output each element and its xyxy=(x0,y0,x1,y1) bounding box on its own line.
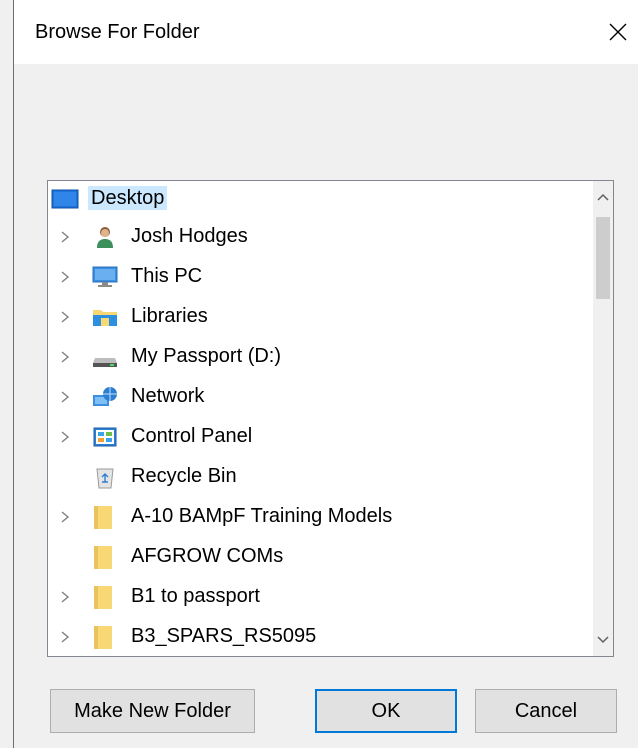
chevron-right-icon[interactable] xyxy=(59,429,71,445)
computer-icon xyxy=(91,265,118,289)
scroll-down-button[interactable] xyxy=(593,630,613,650)
close-button[interactable] xyxy=(598,12,638,52)
close-icon xyxy=(609,23,627,41)
folder-icon xyxy=(91,545,117,569)
user-icon xyxy=(93,225,119,249)
chevron-right-icon[interactable] xyxy=(59,309,71,325)
tree-item-label: Network xyxy=(131,385,205,407)
drive-icon xyxy=(91,345,117,369)
scroll-up-button[interactable] xyxy=(593,187,613,207)
tree-item-josh-hodges[interactable]: Josh Hodges xyxy=(48,217,593,257)
tree-item-label: Control Panel xyxy=(131,425,253,447)
tree-item-label: B3_SPARS_RS5095 xyxy=(131,625,317,647)
tree-item-desktop[interactable]: Desktop xyxy=(48,181,593,217)
recycle-bin-icon xyxy=(91,465,117,489)
tree-item-label: My Passport (D:) xyxy=(131,345,282,367)
chevron-right-icon[interactable] xyxy=(59,629,71,645)
tree-item-folder[interactable]: B3_SPARS_RS5095 xyxy=(48,617,593,656)
title-bar: Browse For Folder xyxy=(14,0,638,64)
folder-tree[interactable]: Desktop Josh Hodges This PC Libraries My… xyxy=(47,180,614,657)
tree-item-label: AFGROW COMs xyxy=(131,545,284,567)
tree-item-label: Recycle Bin xyxy=(131,465,237,487)
chevron-right-icon[interactable] xyxy=(59,389,71,405)
chevron-up-icon xyxy=(597,193,609,201)
tree-item-libraries[interactable]: Libraries xyxy=(48,297,593,337)
folder-icon xyxy=(91,505,117,529)
tree-item-recycle-bin[interactable]: Recycle Bin xyxy=(48,457,593,497)
dialog-title: Browse For Folder xyxy=(35,21,200,43)
chevron-right-icon[interactable] xyxy=(59,349,71,365)
chevron-down-icon xyxy=(597,636,609,644)
tree-item-label: B1 to passport xyxy=(131,585,260,607)
tree-item-folder[interactable]: AFGROW COMs xyxy=(48,537,593,577)
tree-item-my-passport[interactable]: My Passport (D:) xyxy=(48,337,593,377)
tree-item-network[interactable]: Network xyxy=(48,377,593,417)
tree-item-label: Desktop xyxy=(88,186,168,210)
folder-icon xyxy=(91,585,117,609)
network-icon xyxy=(91,385,117,409)
tree-item-this-pc[interactable]: This PC xyxy=(48,257,593,297)
folder-tree-list: Desktop Josh Hodges This PC Libraries My… xyxy=(48,181,593,656)
tree-item-label: Josh Hodges xyxy=(131,225,248,247)
chevron-right-icon[interactable] xyxy=(59,229,71,245)
chevron-right-icon[interactable] xyxy=(59,509,71,525)
desktop-icon xyxy=(51,187,79,211)
tree-item-folder[interactable]: A-10 BAMpF Training Models xyxy=(48,497,593,537)
tree-item-folder[interactable]: B1 to passport xyxy=(48,577,593,617)
cancel-button[interactable]: Cancel xyxy=(475,689,617,733)
vertical-scrollbar[interactable] xyxy=(593,181,613,656)
make-new-folder-button[interactable]: Make New Folder xyxy=(50,689,255,733)
libraries-icon xyxy=(91,305,117,329)
tree-item-control-panel[interactable]: Control Panel xyxy=(48,417,593,457)
tree-item-label: Libraries xyxy=(131,305,208,327)
tree-item-label: A-10 BAMpF Training Models xyxy=(131,505,393,527)
chevron-right-icon[interactable] xyxy=(59,269,71,285)
scrollbar-thumb[interactable] xyxy=(596,217,610,299)
folder-icon xyxy=(91,625,117,649)
tree-item-label: This PC xyxy=(131,265,203,287)
control-panel-icon xyxy=(91,425,117,449)
chevron-right-icon[interactable] xyxy=(59,589,71,605)
browse-for-folder-dialog: Browse For Folder Desktop Josh Hodges Th… xyxy=(0,0,638,748)
ok-button[interactable]: OK xyxy=(315,689,457,733)
